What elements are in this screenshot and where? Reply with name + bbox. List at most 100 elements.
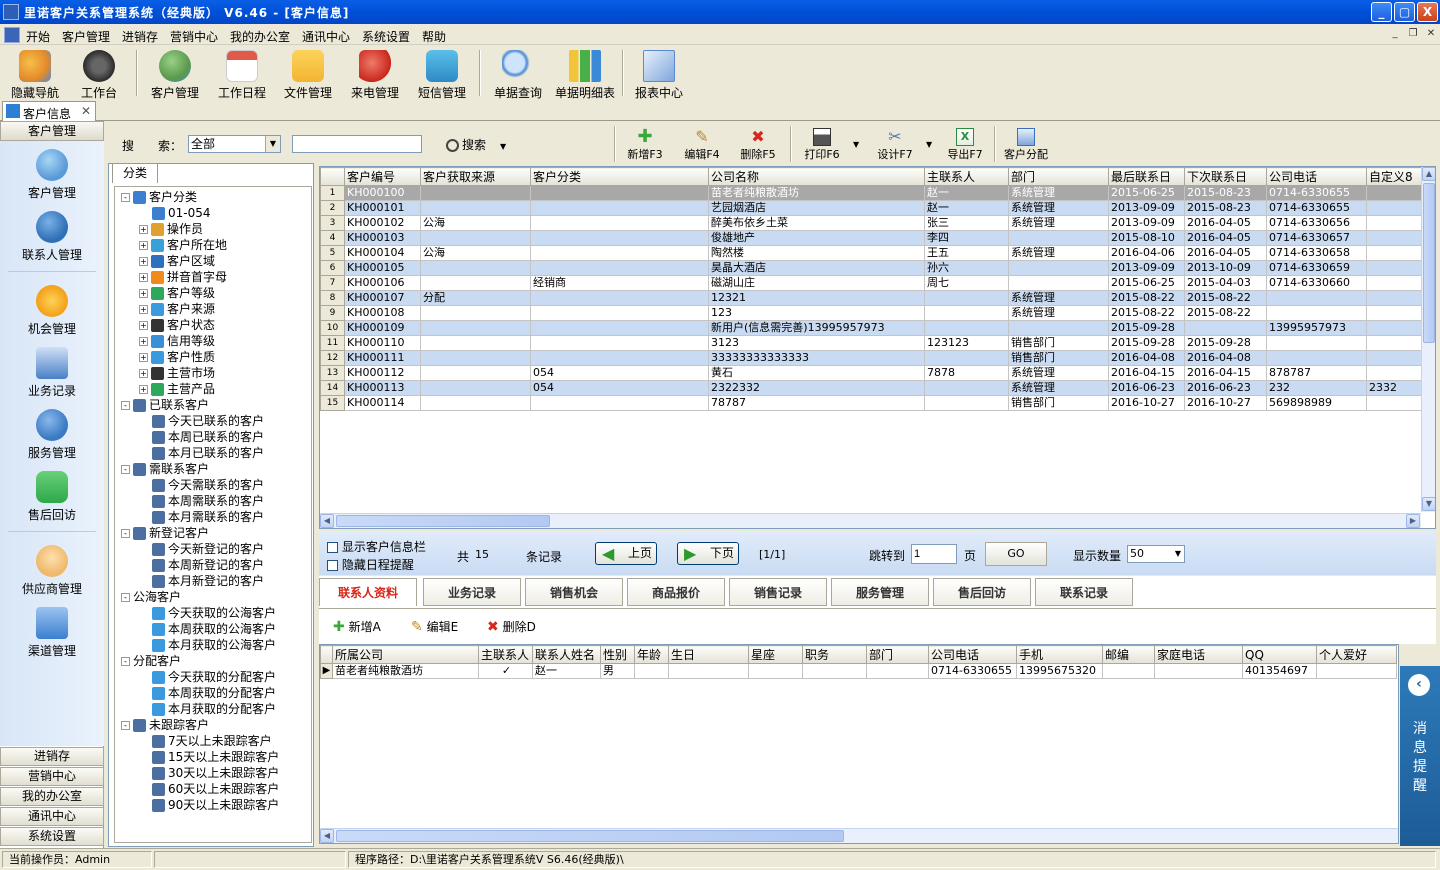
delete-button[interactable]: ✖ 删除F5 [736,128,780,164]
tree-node[interactable]: - 未跟踪客户 [121,717,209,733]
menu-inventory[interactable]: 进销存 [122,28,158,45]
table-row[interactable]: 13 KH000112 054 黄石 7878 系统管理 2016-04-15 2016-04… [320,365,1427,381]
toolbar-calls[interactable]: 来电管理 [340,48,410,100]
column-header[interactable]: 客户获取来源 [420,167,531,186]
scroll-left-icon[interactable]: ◀ [320,829,334,843]
table-row[interactable]: 10 KH000109 新用户(信息需完善)13995957973 2015-09-2… [320,320,1427,336]
column-header[interactable]: 部门 [1008,167,1109,186]
mdi-close-button[interactable]: ✕ [1424,28,1438,41]
scroll-up-icon[interactable]: ▲ [1422,167,1435,181]
tree-node[interactable]: - 分配客户 [121,653,181,669]
collapse-icon[interactable]: - [121,593,130,602]
hide-schedule-checkbox[interactable]: 隐藏日程提醒 [327,556,414,573]
primary-contact-checkbox[interactable]: ✓ [478,663,533,679]
menu-marketing[interactable]: 营销中心 [170,28,218,45]
column-header[interactable]: 公司名称 [708,167,925,186]
scroll-thumb[interactable] [336,515,550,527]
column-header[interactable]: 家庭电话 [1154,645,1243,664]
tree-node[interactable]: 今天获取的分配客户 [139,669,276,685]
tree-node[interactable]: - 新登记客户 [121,525,209,541]
mdi-restore-button[interactable]: ❐ [1406,28,1420,41]
table-row[interactable]: 15 KH000114 78787 销售部门 2016-10-27 2016-10-27 5… [320,395,1427,411]
tree-node[interactable]: + 客户区域 [139,253,215,269]
table-row[interactable]: ▶ 苗老者纯粮散酒坊 ✓ 赵一男 0714-6330655 13995675320 4013… [320,663,1397,679]
expand-icon[interactable]: + [139,369,148,378]
column-header[interactable]: 客户编号 [344,167,421,186]
horizontal-scrollbar[interactable]: ◀ [320,828,1398,843]
column-header[interactable]: 职务 [802,645,867,664]
tree-node[interactable]: 60天以上未跟踪客户 [139,781,279,797]
menu-office[interactable]: 我的办公室 [230,28,290,45]
tree-node[interactable]: 30天以上未跟踪客户 [139,765,279,781]
scroll-down-icon[interactable]: ▼ [1422,497,1435,511]
jump-page-input[interactable] [911,544,957,564]
collapse-icon[interactable]: - [121,721,130,730]
nav-item-business-records[interactable]: 业务记录 [0,343,104,401]
column-header[interactable]: 生日 [668,645,749,664]
menu-settings[interactable]: 系统设置 [362,28,410,45]
nav-item-supplier[interactable]: 供应商管理 [0,541,104,599]
search-input[interactable] [292,135,422,153]
tree-node[interactable]: + 客户来源 [139,301,215,317]
nav-item-channel[interactable]: 渠道管理 [0,603,104,661]
detail-tab[interactable]: 联系记录 [1035,578,1133,606]
tree-node[interactable]: 本月获取的分配客户 [139,701,276,717]
toolbar-customer[interactable]: 客户管理 [140,48,210,100]
tree-node[interactable]: 本周已联系的客户 [139,429,264,445]
expand-icon[interactable]: + [139,305,148,314]
scroll-left-icon[interactable]: ◀ [320,514,334,528]
tree-node[interactable]: 7天以上未跟踪客户 [139,733,272,749]
print-button[interactable]: 打印F6 [800,128,844,164]
expand-icon[interactable]: + [139,321,148,330]
contact-add-button[interactable]: ✚ 新增A [333,618,381,635]
column-header[interactable]: 自定义8 [1366,167,1427,186]
design-button[interactable]: ✂ 设计F7 [874,128,916,164]
table-row[interactable]: 4 KH000103 俊雄地产 李四 2015-08-10 2016-04-05 0714-… [320,230,1427,246]
show-info-checkbox[interactable]: 显示客户信息栏 [327,538,426,555]
mdi-minimize-button[interactable]: _ [1388,28,1402,41]
scroll-thumb[interactable] [1423,183,1435,343]
toolbar-doc-detail[interactable]: 单据明细表 [550,48,620,100]
tree-node[interactable]: + 信用等级 [139,333,215,349]
chevron-down-icon[interactable]: ▼ [926,140,932,149]
detail-tab[interactable]: 商品报价 [627,578,725,606]
prev-page-button[interactable]: ◀ 上页 [595,542,657,565]
table-row[interactable]: 6 KH000105 昊晶大酒店 孙六 2013-09-09 2013-10-09 0714… [320,260,1427,276]
toolbar-reports[interactable]: 报表中心 [624,48,694,100]
tree-node[interactable]: + 主营市场 [139,365,215,381]
add-button[interactable]: ✚ 新增F3 [624,128,666,164]
nav-item-aftersales[interactable]: 售后回访 [0,467,104,525]
menu-start[interactable]: 开始 [26,28,50,45]
chevron-down-icon[interactable]: ▼ [853,140,859,149]
table-row[interactable]: 1 KH000100 苗老者纯粮散酒坊 赵一 系统管理 2015-06-25 2015-08… [320,185,1427,201]
column-header[interactable]: 星座 [748,645,803,664]
detail-tab[interactable]: 售后回访 [933,578,1031,606]
column-header[interactable]: 公司电话 [1266,167,1367,186]
tree-node[interactable]: 本月已联系的客户 [139,445,264,461]
column-header[interactable]: QQ [1242,645,1317,664]
column-header[interactable]: 最后联系日 [1108,167,1185,186]
detail-tab[interactable]: 服务管理 [831,578,929,606]
tree-node[interactable]: + 主营产品 [139,381,215,397]
column-header[interactable]: 个人爱好 [1316,645,1397,664]
column-header[interactable]: 手机 [1016,645,1103,664]
message-reminder-panel[interactable]: ‹ 消息提醒 [1400,666,1440,846]
tree-node[interactable]: 90天以上未跟踪客户 [139,797,279,813]
menu-help[interactable]: 帮助 [422,28,446,45]
collapse-icon[interactable]: - [121,657,130,666]
detail-tab[interactable]: 业务记录 [423,578,521,606]
toolbar-doc-query[interactable]: 单据查询 [483,48,553,100]
detail-tab[interactable]: 销售记录 [729,578,827,606]
assign-customer-button[interactable]: 客户分配 [1000,128,1052,164]
toolbar-sms[interactable]: 短信管理 [407,48,477,100]
contact-delete-button[interactable]: ✖ 删除D [487,618,536,635]
column-header[interactable]: 主联系人 [478,645,533,664]
menu-customer[interactable]: 客户管理 [62,28,110,45]
expand-icon[interactable]: + [139,257,148,266]
tree-node[interactable]: 本周需联系的客户 [139,493,264,509]
column-header[interactable]: 性别 [600,645,635,664]
tree-node[interactable]: + 客户等级 [139,285,215,301]
nav-item-customer[interactable]: 客户管理 [0,145,104,203]
tree-node[interactable]: 15天以上未跟踪客户 [139,749,279,765]
horizontal-scrollbar[interactable]: ◀ ▶ [320,513,1421,528]
